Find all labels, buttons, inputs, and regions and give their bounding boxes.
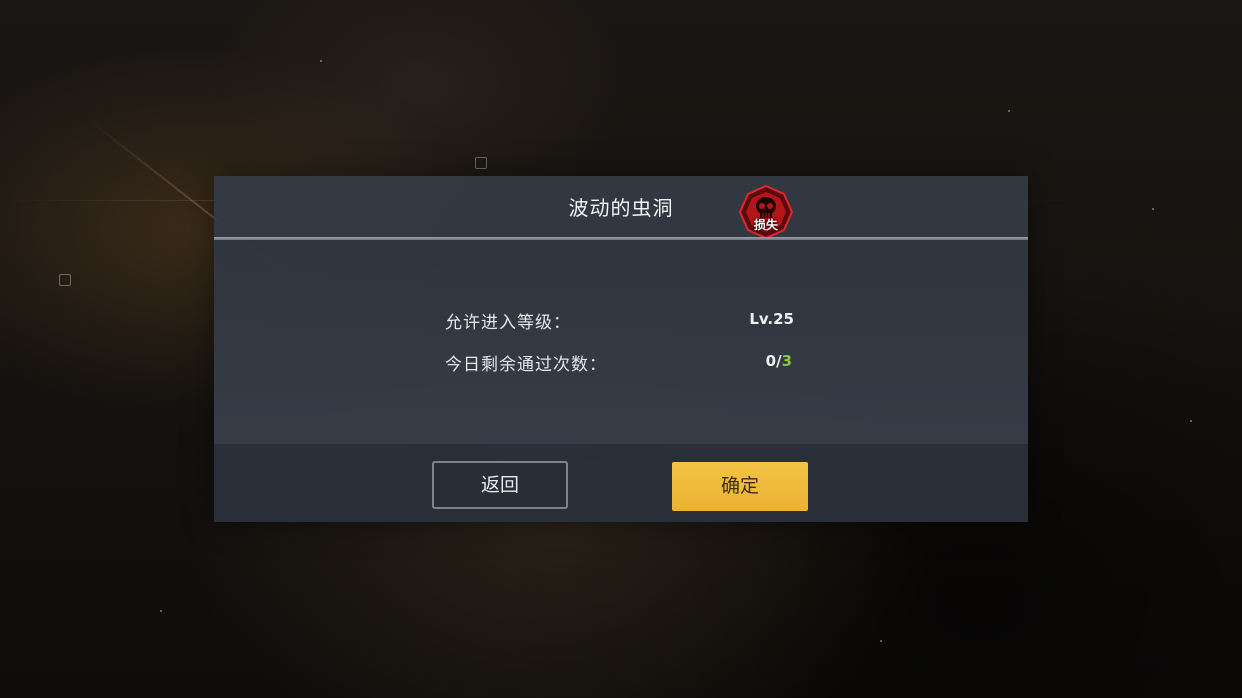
dialog-title: 波动的虫洞: [568, 196, 674, 220]
star: [1190, 420, 1192, 422]
dialog-header: 波动的虫洞 损失: [214, 176, 1028, 240]
star: [880, 640, 882, 642]
remaining-passes-label: 今日剩余通过次数：: [445, 355, 607, 375]
remaining-current: 0: [765, 352, 777, 370]
entry-level-value: Lv.25: [749, 310, 794, 328]
back-button[interactable]: 返回: [432, 461, 568, 509]
loss-badge: 损失: [738, 184, 794, 240]
map-marker-icon[interactable]: [59, 274, 71, 286]
wormhole-dialog: 波动的虫洞 损失 允许进入等级： Lv.25 今日剩余通过次数： 0/3 返回 …: [214, 176, 1028, 522]
remaining-passes-value: 0/3: [694, 352, 792, 370]
dialog-body: 允许进入等级： Lv.25 今日剩余通过次数： 0/3: [214, 240, 1028, 444]
star: [1008, 110, 1010, 112]
dialog-footer: 返回 确定: [214, 444, 1028, 522]
remaining-max: 3: [781, 352, 792, 370]
badge-label: 损失: [753, 218, 778, 232]
star: [320, 60, 322, 62]
star: [160, 610, 162, 612]
map-marker-icon[interactable]: [475, 157, 487, 169]
entry-level-label: 允许进入等级：: [445, 313, 571, 333]
confirm-button[interactable]: 确定: [672, 462, 808, 511]
star: [1152, 208, 1154, 210]
